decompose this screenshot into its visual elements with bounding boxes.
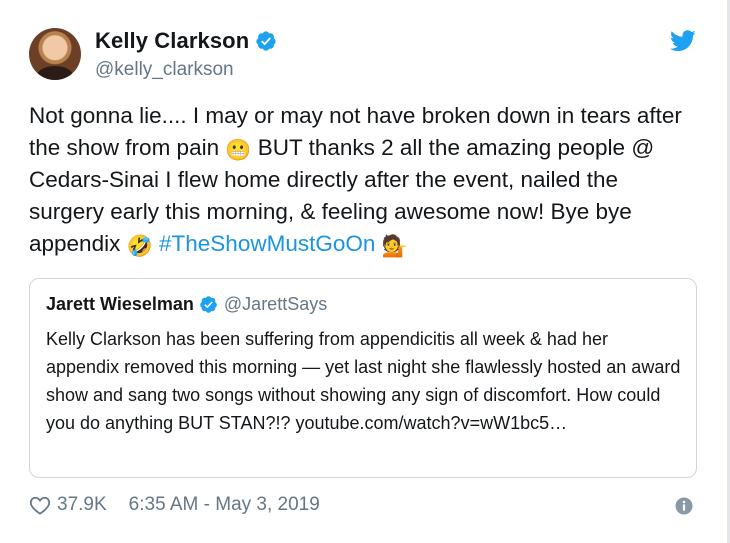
name-row: Kelly Clarkson <box>95 26 277 56</box>
author-handle[interactable]: @kelly_clarkson <box>95 59 277 81</box>
heart-icon[interactable] <box>29 495 51 515</box>
tweet-header: Kelly Clarkson @kelly_clarkson <box>29 26 277 81</box>
verified-badge-icon <box>200 296 217 313</box>
quoted-tweet[interactable]: Jarett Wieselman @JarettSays Kelly Clark… <box>29 278 697 478</box>
info-icon[interactable] <box>675 497 693 515</box>
embedded-tweet-card: Kelly Clarkson @kelly_clarkson Not gonna… <box>0 0 730 543</box>
rolling-laughing-emoji: 🤣 <box>126 234 153 258</box>
quoted-tweet-text: Kelly Clarkson has been suffering from a… <box>46 329 681 433</box>
tweet-body: Not gonna lie.... I may or may not have … <box>29 100 689 260</box>
quoted-tweet-header: Jarett Wieselman @JarettSays <box>46 294 327 315</box>
quoted-handle: @JarettSays <box>223 294 328 314</box>
author-names: Kelly Clarkson @kelly_clarkson <box>95 26 277 81</box>
hashtag-link[interactable]: #TheShowMustGoOn <box>159 231 375 256</box>
like-count[interactable]: 37.9K <box>57 494 107 516</box>
avatar[interactable] <box>29 27 81 80</box>
quoted-display-name: Jarett Wieselman <box>46 294 194 314</box>
author-display-name[interactable]: Kelly Clarkson <box>95 28 249 54</box>
twitter-bird-icon[interactable] <box>670 30 696 52</box>
tweet-footer: 37.9K 6:35 AM - May 3, 2019 <box>29 494 320 516</box>
tweet-timestamp[interactable]: 6:35 AM - May 3, 2019 <box>129 494 320 516</box>
verified-badge-icon <box>256 31 276 51</box>
person-tipping-hand-emoji: 💁 <box>381 234 408 258</box>
grimacing-face-emoji: 😬 <box>225 138 252 162</box>
